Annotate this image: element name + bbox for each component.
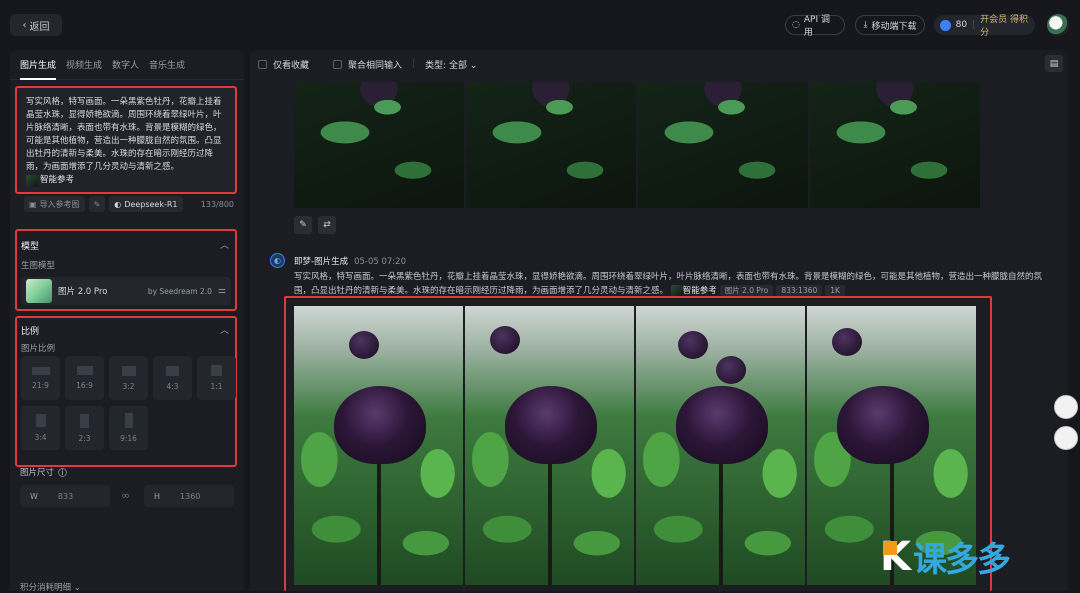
- width-input[interactable]: W 833: [20, 485, 110, 507]
- prompt-text: 写实风格，特写画面。一朵黑紫色牡丹，花瓣上挂着晶莹水珠，显得娇艳欲滴。周围环绕着…: [26, 97, 222, 172]
- filter-favorites[interactable]: 仅看收藏: [258, 58, 309, 71]
- image-actions: ✎ ⇄: [294, 216, 336, 234]
- ratio-21-9[interactable]: 21:9: [21, 356, 60, 400]
- message-prompt: 写实风格，特写画面。一朵黑紫色牡丹，花瓣上挂着晶莹水珠，显得娇艳欲滴。周围环绕着…: [294, 272, 1043, 297]
- tab-digital-human[interactable]: 数字人: [112, 58, 139, 79]
- ratio-9-16[interactable]: 9:16: [109, 406, 148, 450]
- generated-image[interactable]: [465, 306, 634, 585]
- side-float-button[interactable]: [1054, 426, 1078, 450]
- generated-image[interactable]: [638, 82, 808, 208]
- filter-type-select[interactable]: 类型: 全部 ⌄: [425, 58, 477, 71]
- ratio-4-3[interactable]: 4:3: [153, 356, 192, 400]
- gen-model-label: 生图模型: [21, 261, 56, 271]
- model-section: 模型 ︿ 生图模型 图片 2.0 Pro by Seedream 2.0 ⚌: [15, 229, 237, 311]
- credit-icon: [940, 19, 951, 31]
- left-panel: 图片生成 视频生成 数字人 音乐生成 写实风格，特写画面。一朵黑紫色牡丹，花瓣上…: [10, 50, 244, 593]
- wand-icon: ✎: [93, 199, 101, 209]
- side-float-button[interactable]: [1054, 395, 1078, 419]
- previous-images-row: [294, 82, 980, 208]
- edit-icon[interactable]: ✎: [294, 216, 312, 234]
- api-icon: ◌: [792, 20, 800, 30]
- tab-music[interactable]: 音乐生成: [149, 58, 185, 79]
- ratio-3-4[interactable]: 3:4: [21, 406, 60, 450]
- mobile-download-button[interactable]: ⤓ 移动端下载: [855, 15, 925, 35]
- ratio-1-1[interactable]: 1:1: [197, 356, 236, 400]
- generated-images-row: [294, 306, 976, 585]
- image-icon: ▣: [29, 199, 37, 209]
- ratio-title: 比例: [21, 327, 40, 337]
- char-count: 133/800: [200, 199, 234, 209]
- info-icon[interactable]: i: [58, 467, 68, 477]
- tab-image[interactable]: 图片生成: [20, 58, 57, 80]
- settings-icon[interactable]: ⚌: [218, 286, 226, 296]
- smart-ref-chip[interactable]: 智能参考: [26, 174, 74, 187]
- chevron-up-icon[interactable]: ︿: [220, 323, 229, 336]
- filter-bar: 仅看收藏 聚合相同输入 | 类型: 全部 ⌄: [258, 56, 477, 72]
- top-bar: ‹ 返回 ◌ API 调用 ⤓ 移动端下载 80 | 开会员 得积分: [0, 0, 1080, 48]
- ratio-3-2[interactable]: 3:2: [109, 356, 148, 400]
- ratio-2-3[interactable]: 2:3: [65, 406, 104, 450]
- generated-image[interactable]: [294, 82, 464, 208]
- credits-badge[interactable]: 80 | 开会员 得积分: [934, 15, 1035, 38]
- prompt-input[interactable]: 写实风格，特写画面。一朵黑紫色牡丹，花瓣上挂着晶莹水珠，显得娇艳欲滴。周围环绕着…: [15, 86, 237, 194]
- watermark: K 课多多: [880, 533, 1011, 581]
- credits-detail-link[interactable]: 积分消耗明细 ⌄: [20, 581, 81, 593]
- back-icon: ‹: [22, 19, 27, 31]
- mode-tabs: 图片生成 视频生成 数字人 音乐生成: [10, 50, 244, 80]
- model-select[interactable]: 图片 2.0 Pro by Seedream 2.0 ⚌: [21, 277, 231, 305]
- tab-video[interactable]: 视频生成: [66, 58, 102, 79]
- ref-thumbnail: [670, 284, 683, 297]
- import-ref-button[interactable]: ▣ 导入参考图: [24, 196, 85, 212]
- ratio-section: 比例 ︿ 图片比例 21:9 16:9 3:2 4:3 1:1 3:4 2:3 …: [15, 316, 237, 467]
- tag-resolution: 1K: [825, 285, 845, 296]
- checkbox[interactable]: [258, 59, 267, 69]
- back-button[interactable]: ‹ 返回: [10, 14, 62, 36]
- folder-icon[interactable]: ▤: [1045, 55, 1063, 72]
- generated-image[interactable]: [294, 306, 463, 585]
- size-label: 图片尺寸 i: [20, 466, 68, 478]
- api-button[interactable]: ◌ API 调用: [785, 15, 845, 38]
- ratio-16-9[interactable]: 16:9: [65, 356, 104, 400]
- link-icon[interactable]: ∞: [121, 489, 130, 502]
- model-title: 模型: [21, 242, 40, 252]
- ratio-label: 图片比例: [21, 344, 56, 354]
- main-panel: 仅看收藏 聚合相同输入 | 类型: 全部 ⌄ ▤ ✎ ⇄ ◐ 即梦-图片生成 05…: [250, 50, 1068, 591]
- chevron-up-icon[interactable]: ︿: [220, 238, 229, 251]
- dreamina-logo-icon: ◐: [270, 253, 285, 268]
- model-thumbnail: [26, 279, 52, 303]
- deepseek-icon: ◐: [114, 199, 122, 209]
- avatar[interactable]: [1047, 14, 1069, 36]
- filter-same-input[interactable]: 聚合相同输入: [333, 58, 402, 71]
- ref-thumbnail: [26, 174, 38, 187]
- tag-model: 图片 2.0 Pro: [719, 285, 774, 296]
- checkbox[interactable]: [333, 59, 343, 69]
- edit-tool-button[interactable]: ✎: [88, 196, 106, 212]
- generated-image[interactable]: [636, 306, 805, 585]
- deepseek-button[interactable]: ◐ Deepseek-R1: [109, 196, 183, 212]
- tag-ratio: 833:1360: [776, 285, 823, 296]
- generated-image[interactable]: [810, 82, 980, 208]
- height-input[interactable]: H 1360: [144, 485, 234, 507]
- generated-image[interactable]: [466, 82, 636, 208]
- download-icon: ⤓: [863, 20, 868, 30]
- prompt-toolbar: ▣ 导入参考图 ✎ ◐ Deepseek-R1 133/800: [24, 195, 234, 213]
- message-header: 即梦-图片生成 05-05 07:20: [294, 257, 406, 267]
- regenerate-icon[interactable]: ⇄: [318, 216, 336, 234]
